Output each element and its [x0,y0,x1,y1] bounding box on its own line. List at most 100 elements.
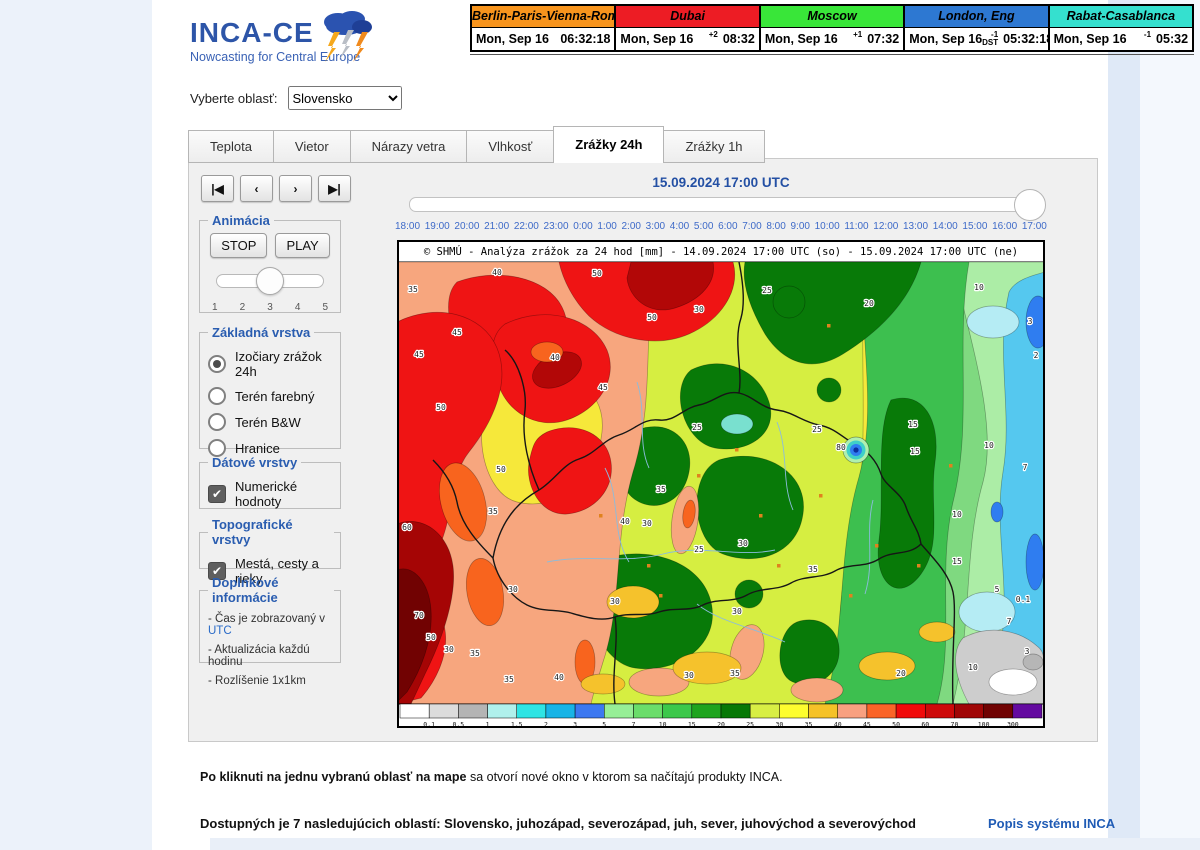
clock-time-cell: Mon, Sep 16+1 07:32 [761,28,903,50]
clock-city-label: Dubai [616,6,758,28]
nav-prev-button[interactable]: ‹ [240,175,273,202]
time-tick: 22:00 [514,221,539,232]
nav-first-button[interactable]: |◀ [201,175,234,202]
time-tick: 8:00 [766,221,785,232]
map-click-note-bold: Po kliknuti na jednu vybranú oblasť na m… [200,770,466,784]
clock-date: Mon, Sep 16 [620,32,693,46]
time-tick: 13:00 [903,221,928,232]
time-slider[interactable] [409,197,1041,212]
nav-next-button[interactable]: › [279,175,312,202]
colorbar-swatch [925,704,954,718]
radio-label-hranice: Hranice [235,441,280,456]
radio-ter-n-farebn[interactable] [208,387,226,405]
footer-strip [210,838,1200,850]
tab-zr-ky-24h[interactable]: Zrážky 24h [553,126,664,163]
time-tick: 19:00 [425,221,450,232]
base-layer-legend: Základná vrstva [208,325,314,340]
numeric-values-checkbox[interactable]: ✔ [208,485,226,503]
clock-column-berlin-paris-vienna-roma: Berlin-Paris-Vienna-RomaMon, Sep 16 06:3… [472,6,614,50]
time-tick: 4:00 [670,221,689,232]
time-tick: 18:00 [395,221,420,232]
clock-column-moscow: MoscowMon, Sep 16+1 07:32 [759,6,903,50]
map-value-label: 7 [1023,463,1028,472]
tab-zr-ky-1h[interactable]: Zrážky 1h [663,130,764,163]
precipitation-colorbar [400,704,1042,718]
tab-vlhkos[interactable]: Vlhkosť [466,130,554,163]
region-selector: Vyberte oblasť: Slovensko [190,86,402,110]
clock-column-london-eng: London, EngMon, Sep 16-1DST05:32:18 [903,6,1047,50]
topo-layers-legend: Topografické vrstvy [208,517,334,547]
utc-link[interactable]: UTC [208,625,232,637]
time-tick: 15:00 [962,221,987,232]
system-description-link[interactable]: Popis systému INCA [988,816,1115,831]
speed-scale-mark: 5 [322,302,328,313]
map-value-label: 25 [694,545,704,554]
base-layer-option-ter-n-farebn: Terén farebný [208,387,332,405]
animation-fieldset: Animácia STOP PLAY 12345 [199,213,341,313]
selected-datetime-label: 15.09.2024 17:00 UTC [397,175,1045,190]
clock-date: Mon, Sep 16 [476,32,549,46]
clock-utc-offset: +1 [838,31,862,47]
nav-last-button[interactable]: ▶| [318,175,351,202]
colorbar-swatch [663,704,692,718]
region-selector-label: Vyberte oblasť: [190,91,278,106]
clock-column-rabat-casablanca: Rabat-CasablancaMon, Sep 16-1 05:32 [1048,6,1192,50]
colorbar-swatch [838,704,867,718]
clock-date: Mon, Sep 16 [765,32,838,46]
map-value-label: 3 [1025,647,1030,656]
animation-legend: Animácia [208,213,274,228]
map-value-label: 3 [1028,317,1033,326]
time-slider-thumb[interactable] [1014,189,1046,221]
colorbar-swatch [692,704,721,718]
map-value-label: 50 [647,313,657,322]
clock-utc-offset: -1DST [982,31,998,47]
time-tick: 3:00 [646,221,665,232]
map-value-label: 7 [1007,617,1012,626]
clock-time-cell: Mon, Sep 16+2 08:32 [616,28,758,50]
colorbar-swatch [458,704,487,718]
map-value-label: 35 [656,485,666,494]
animation-speed-slider-thumb[interactable] [256,267,284,295]
map-value-label: 45 [452,328,462,337]
clock-time-value: 06:32:18 [560,32,610,46]
map-value-label: 30 [684,671,694,680]
radio-ter-n-b-w[interactable] [208,413,226,431]
speed-scale-mark: 2 [240,302,246,313]
speed-scale-mark: 3 [267,302,273,313]
map-value-label: 30 [444,645,454,654]
time-tick: 12:00 [873,221,898,232]
time-tick: 0:00 [573,221,592,232]
radio-label-ter-n-b-w: Terén B&W [235,415,301,430]
map-value-label: 20 [864,299,874,308]
map-value-label: 30 [642,519,652,528]
base-layer-option-ter-n-b-w: Terén B&W [208,413,332,431]
region-select[interactable]: Slovensko [288,86,402,110]
tab-vietor[interactable]: Vietor [273,130,351,163]
animation-speed-slider[interactable] [216,274,324,288]
tab-n-razy-vetra[interactable]: Nárazy vetra [350,130,468,163]
time-tick: 16:00 [992,221,1017,232]
play-button[interactable]: PLAY [275,233,329,258]
page-background-right-edge [1140,0,1200,850]
radio-izo-iary-zr-ok-24h[interactable] [208,355,226,373]
clock-city-label: Rabat-Casablanca [1050,6,1192,28]
stop-button[interactable]: STOP [210,233,267,258]
clock-time-value: 05:32:18 [1003,32,1053,46]
precipitation-map[interactable]: © SHMÚ - Analýza zrážok za 24 hod [mm] -… [397,240,1045,728]
clock-utc-offset [549,31,555,47]
map-value-label: 25 [812,425,822,434]
map-value-label: 30 [610,597,620,606]
map-value-label: 2 [1034,351,1039,360]
time-tick: 7:00 [742,221,761,232]
map-value-label: 40 [620,517,630,526]
base-layer-option-izo-iary-zr-ok-24h: Izočiary zrážok 24h [208,349,332,379]
tab-teplota[interactable]: Teplota [188,130,274,163]
map-value-label: 10 [974,283,984,292]
colorbar-swatch [954,704,983,718]
page-background-right-strip [1108,0,1140,850]
clock-date: Mon, Sep 16 [1054,32,1127,46]
map-value-label: 40 [550,353,560,362]
colorbar-swatch [400,704,429,718]
inca-ce-page: INCA-CE Nowcasting for Central Europe Be… [0,0,1200,850]
map-value-label: 50 [426,633,436,642]
